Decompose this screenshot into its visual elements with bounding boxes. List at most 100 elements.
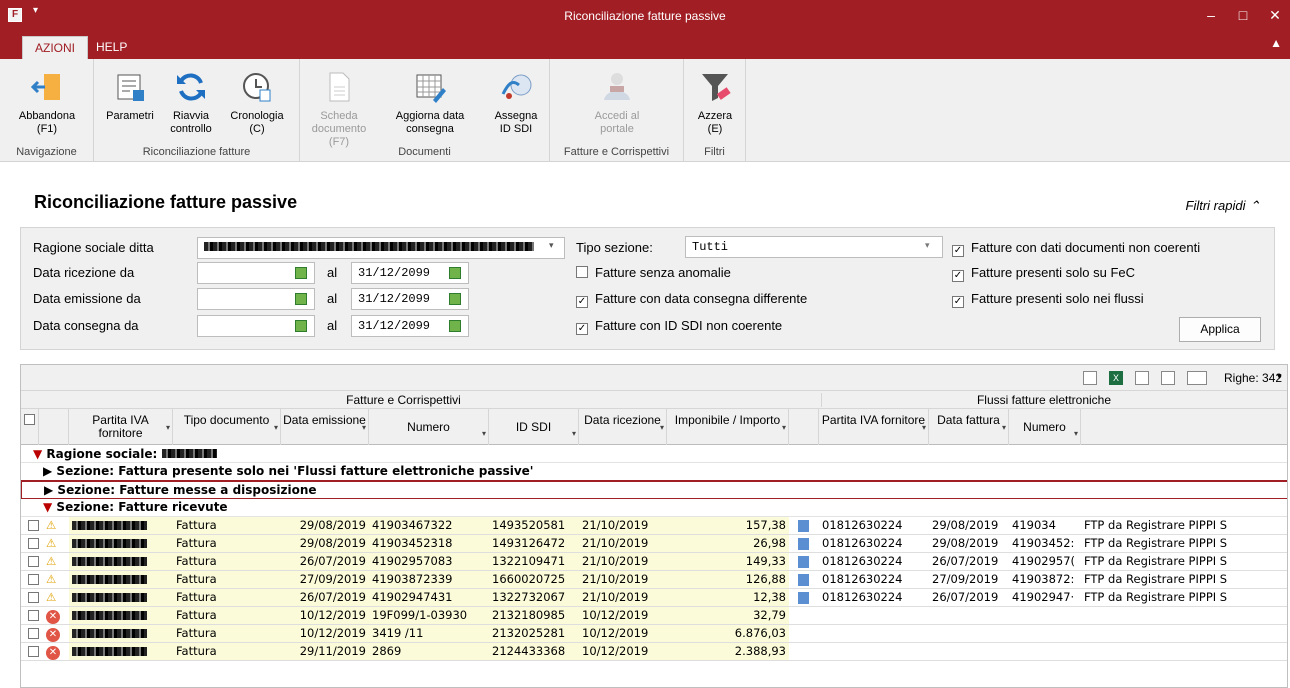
cell-data_em: 26/07/2019 [281, 589, 369, 606]
tab-help[interactable]: HELP [84, 36, 139, 59]
check-id-sdi[interactable]: ✓ Fatture con ID SDI non coerente [576, 318, 782, 335]
checkbox-checked[interactable]: ✓ [952, 296, 964, 308]
checkbox-checked[interactable]: ✓ [576, 296, 588, 308]
table-row[interactable]: ✕ Fattura 10/12/2019 3419 /11 2132025281 10/1… [21, 625, 1287, 643]
group-label: Navigazione [16, 146, 77, 158]
table-row[interactable]: ⚠ Fattura 29/08/2019 41903452318 1493126472 2… [21, 535, 1287, 553]
group-section-flussi[interactable]: ▶ Sezione: Fattura presente solo nei 'Fl… [21, 463, 1287, 481]
ribbon-group-riconciliazione: Parametri Riavvia controllo Cronologia (… [94, 59, 300, 162]
row-checkbox[interactable] [25, 607, 39, 624]
col-data-ricezione[interactable]: Data ricezione ▾ [579, 409, 667, 445]
col-numero-flussi[interactable]: Numero ▾ [1009, 409, 1081, 445]
calendar-icon[interactable] [295, 293, 307, 305]
window-title: Riconciliazione fatture passive [564, 9, 726, 23]
table-row[interactable]: ✕ Fattura 10/12/2019 19F099/1-03930 21321809… [21, 607, 1287, 625]
cell-descr: FTP da Registrare PIPPI S [1084, 590, 1228, 604]
calendar-icon[interactable] [449, 293, 461, 305]
row-checkbox[interactable] [25, 571, 39, 588]
link-column[interactable] [789, 409, 819, 445]
col-importo[interactable]: Imponibile / Importo ▾ [667, 409, 789, 445]
row-checkbox[interactable] [25, 553, 39, 570]
checkbox-checked[interactable]: ✓ [952, 270, 964, 282]
row-checkbox[interactable] [25, 535, 39, 552]
cell-idsdi: 1322732067 [489, 589, 579, 606]
table-row[interactable]: ⚠ Fattura 27/09/2019 41903872339 1660020725 2… [21, 571, 1287, 589]
check-data-consegna[interactable]: ✓ Fatture con data consegna differente [576, 291, 807, 308]
accedi-portale-button[interactable]: Accedi al portale [570, 62, 664, 136]
check-senza-anomalie[interactable]: Fatture senza anomalie [576, 265, 731, 280]
aggiorna-data-consegna-button[interactable]: Aggiorna data consegna [376, 62, 484, 136]
row-checkbox[interactable] [25, 625, 39, 642]
applica-button[interactable]: Applica [1179, 317, 1261, 342]
table-row[interactable]: ✕ Fattura 29/11/2019 2869 2124433368 10/12/20… [21, 643, 1287, 661]
layout-icon[interactable] [1135, 371, 1149, 385]
link-document-icon[interactable] [795, 517, 815, 534]
row-checkbox[interactable] [25, 589, 39, 606]
col-tipo-documento[interactable]: Tipo documento ▾ [173, 409, 281, 445]
col-data-fattura[interactable]: Data fattura ▾ [929, 409, 1009, 445]
expand-icon: ▶ [44, 483, 54, 497]
close-button[interactable]: ✕ [1260, 4, 1290, 26]
calendar-icon[interactable] [449, 267, 461, 279]
scheda-documento-button[interactable]: Scheda documento (F7) [304, 62, 374, 149]
cell-partita-iva-redacted [69, 517, 173, 534]
col-numero[interactable]: Numero ▾ [369, 409, 489, 445]
quick-filters-toggle[interactable]: Filtri rapidi ⌃ [1186, 198, 1261, 214]
table-row[interactable]: ⚠ Fattura 26/07/2019 41902957083 1322109471 2… [21, 553, 1287, 571]
filter-clear-icon [702, 74, 731, 101]
calendar-icon[interactable] [295, 320, 307, 332]
check-solo-fec[interactable]: ✓ Fatture presenti solo su FeC [952, 265, 1135, 282]
cell-tipo: Fattura [173, 643, 281, 660]
checkbox-checked[interactable]: ✓ [576, 323, 588, 335]
col-id-sdi[interactable]: ID SDI ▾ [489, 409, 579, 445]
print-icon[interactable] [1083, 371, 1097, 385]
ribbon-collapse-icon[interactable]: ▲ [1270, 36, 1282, 50]
link-document-icon[interactable] [795, 571, 815, 588]
row-checkbox[interactable] [25, 517, 39, 534]
parametri-button[interactable]: Parametri [100, 62, 160, 123]
azzera-button[interactable]: Azzera (E) [690, 62, 740, 136]
check-dati-documenti[interactable]: ✓ Fatture con dati documenti non coerenti [952, 240, 1200, 257]
abbandona-button[interactable]: Abbandona (F1) [4, 62, 90, 136]
column-chooser-icon[interactable] [1187, 371, 1207, 385]
riavvia-controllo-button[interactable]: Riavvia controllo [160, 62, 222, 136]
calendar-edit-icon [416, 74, 446, 103]
cell-idsdi: 1322109471 [489, 553, 579, 570]
cell-data_ric: 21/10/2019 [579, 553, 667, 570]
group-section-disposizione[interactable]: ▶ Sezione: Fatture messe a disposizione [21, 481, 1287, 499]
table-row[interactable]: ⚠ Fattura 29/08/2019 41903467322 1493520581 2… [21, 517, 1287, 535]
calendar-icon[interactable] [449, 320, 461, 332]
row-checkbox[interactable] [25, 643, 39, 660]
table-row[interactable]: ⚠ Fattura 26/07/2019 41902947431 1322732067 2… [21, 589, 1287, 607]
cell-numero2 [1009, 643, 1081, 660]
select-all-checkbox[interactable] [21, 409, 39, 445]
maximize-button[interactable]: □ [1228, 4, 1258, 26]
calendar-icon[interactable] [295, 267, 307, 279]
tipo-sezione-select[interactable]: Tutti [685, 236, 943, 258]
tab-azioni[interactable]: AZIONI [22, 36, 89, 59]
cronologia-button[interactable]: Cronologia (C) [222, 62, 292, 136]
expand-icon[interactable] [1161, 371, 1175, 385]
group-ragione-sociale[interactable]: ▼ Ragione sociale: [21, 445, 1287, 463]
checkbox[interactable] [576, 266, 588, 278]
checkbox-checked[interactable]: ✓ [952, 245, 964, 257]
ragione-sociale-select[interactable] [197, 237, 565, 259]
col-partita-iva-flussi[interactable]: Partita IVA fornitore ▾ [819, 409, 929, 445]
minimize-button[interactable]: – [1196, 4, 1226, 26]
chevron-down-icon[interactable]: ▾ [549, 240, 554, 251]
cell-importo: 2.388,93 [667, 643, 789, 660]
excel-export-icon[interactable]: X [1109, 371, 1123, 385]
check-solo-flussi[interactable]: ✓ Fatture presenti solo nei flussi [952, 291, 1144, 308]
col-data-emissione[interactable]: Data emissione ▾ [281, 409, 369, 445]
status-column[interactable] [39, 409, 69, 445]
chevron-up-icon: ⌃ [1249, 198, 1260, 213]
chevron-down-icon[interactable]: ▾ [1277, 371, 1282, 382]
assegna-id-sdi-button[interactable]: Assegna ID SDI [488, 62, 544, 136]
link-document-icon[interactable] [795, 589, 815, 606]
chevron-down-icon[interactable]: ▾ [925, 240, 930, 251]
group-section-ricevute[interactable]: ▼ Sezione: Fatture ricevute [21, 499, 1287, 517]
link-document-icon[interactable] [795, 535, 815, 552]
col-partita-iva[interactable]: Partita IVA fornitore ▾ [69, 409, 173, 445]
link-document-icon[interactable] [795, 553, 815, 570]
cell-partita-iva-redacted [69, 553, 173, 570]
